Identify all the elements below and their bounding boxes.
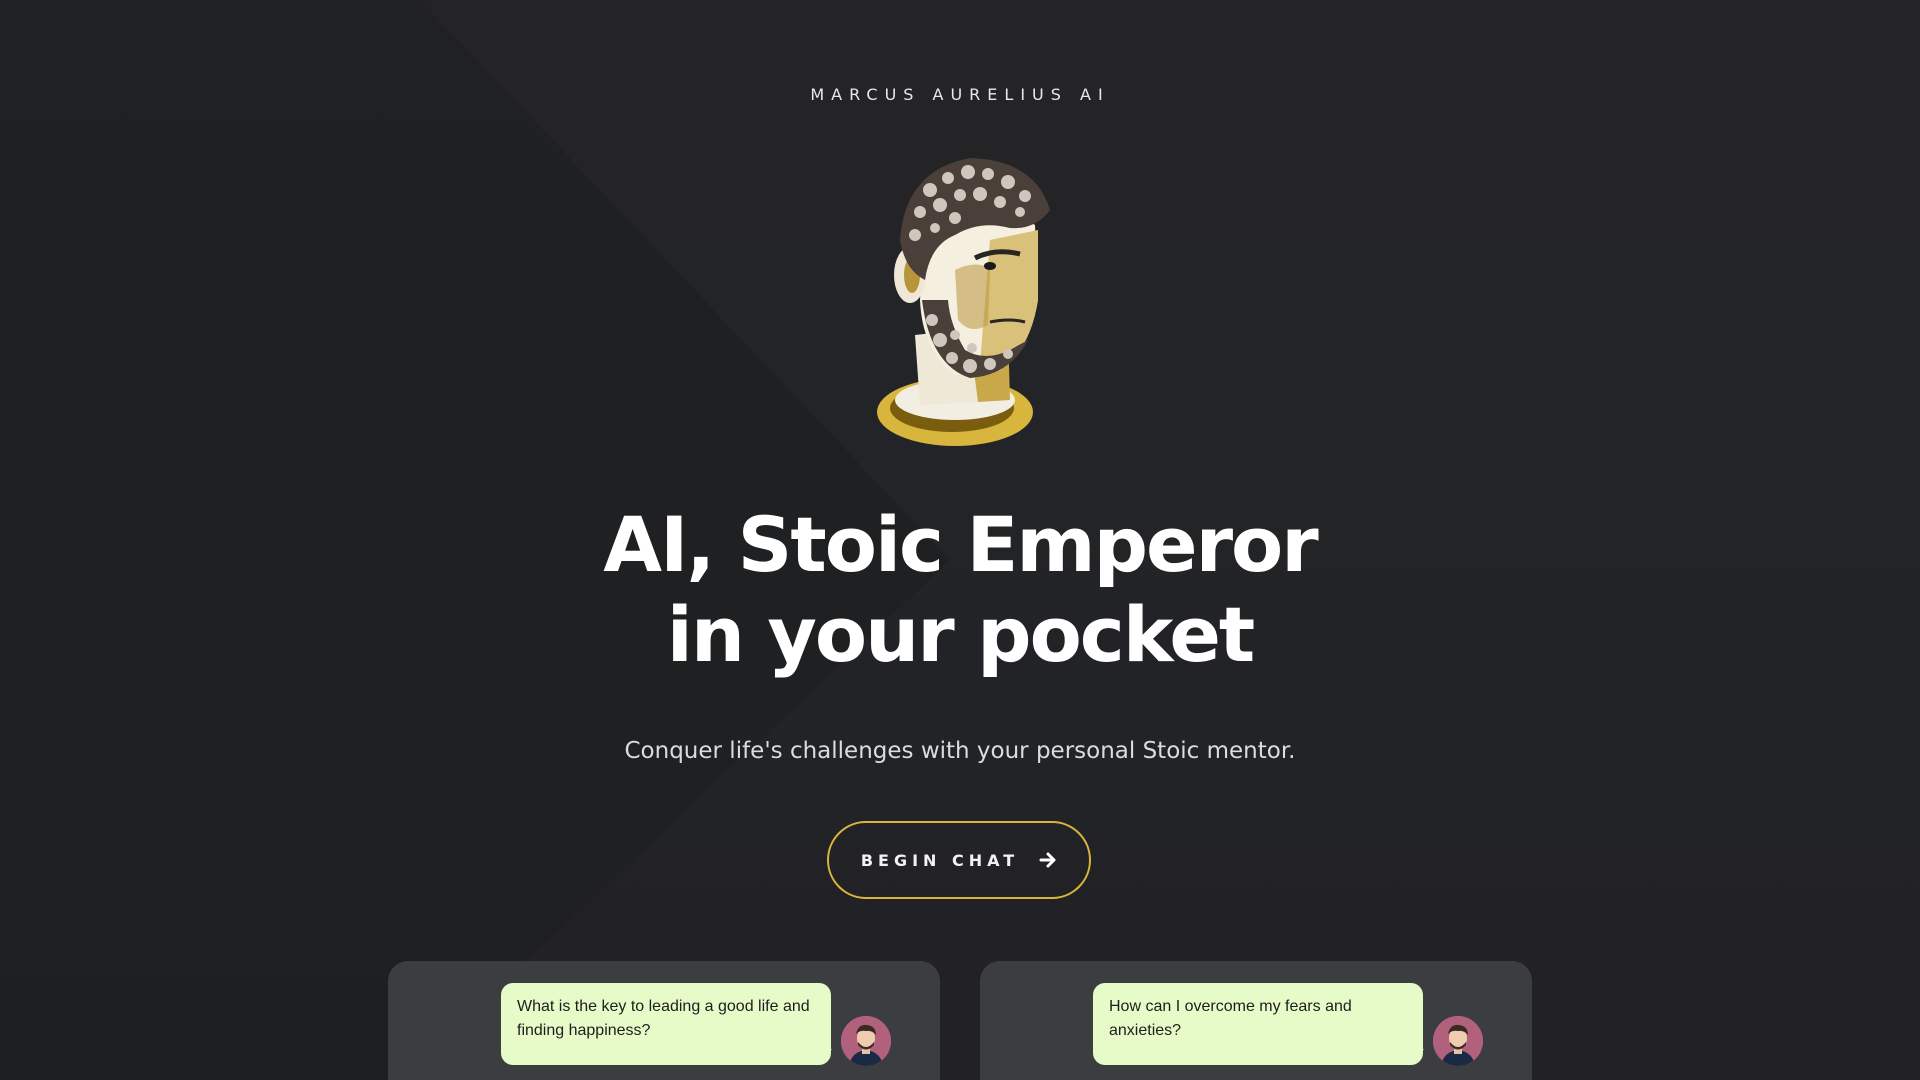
- landing-page: MARCUS AURELIUS AI AI, Stoic Emperor in …: [0, 0, 1920, 1080]
- hero-headline: AI, Stoic Emperor in your pocket: [0, 500, 1920, 680]
- marcus-aurelius-bust-image: [877, 158, 1050, 446]
- begin-chat-button[interactable]: BEGIN CHAT: [827, 821, 1091, 899]
- brand-title: MARCUS AURELIUS AI: [810, 85, 1110, 104]
- user-avatar: [1433, 1016, 1483, 1066]
- begin-chat-label: BEGIN CHAT: [860, 850, 1020, 870]
- bubble-tail: [818, 1049, 832, 1063]
- arrow-right-icon: [1039, 852, 1056, 868]
- bubble-tail: [1410, 1049, 1424, 1063]
- user-avatar-icon: [841, 1016, 891, 1066]
- user-avatar: [841, 1016, 891, 1066]
- user-avatar-icon: [1433, 1016, 1483, 1066]
- hero-subtitle: Conquer life's challenges with your pers…: [624, 738, 1296, 764]
- headline-line-1: AI, Stoic Emperor: [603, 500, 1319, 589]
- chat-preview-card: What is the key to leading a good life a…: [388, 961, 940, 1080]
- chat-question-bubble: How can I overcome my fears and anxietie…: [1093, 983, 1423, 1065]
- headline-line-2: in your pocket: [666, 590, 1255, 679]
- chat-question-bubble: What is the key to leading a good life a…: [501, 983, 831, 1065]
- chat-preview-card: How can I overcome my fears and anxietie…: [980, 961, 1532, 1080]
